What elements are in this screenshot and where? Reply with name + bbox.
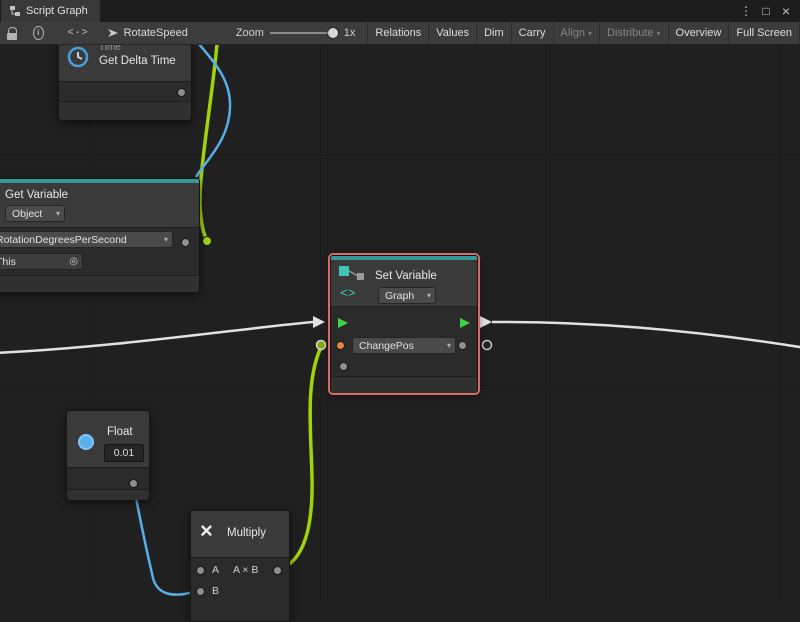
zoom-slider[interactable] xyxy=(270,27,336,39)
chevron-down-icon: ▾ xyxy=(442,341,451,350)
values-button[interactable]: Values xyxy=(428,22,476,44)
flow-out-arrow-icon xyxy=(480,316,492,328)
value-input-port[interactable] xyxy=(337,342,344,349)
node-footer xyxy=(67,489,149,500)
value-output-port[interactable] xyxy=(459,342,466,349)
node-multiply[interactable]: × Multiply A A × B B xyxy=(190,510,290,622)
zoom-slider-knob[interactable] xyxy=(328,28,338,38)
maximize-icon[interactable]: □ xyxy=(758,1,774,21)
node-header: Float xyxy=(67,411,149,468)
multiply-output-port[interactable] xyxy=(274,567,281,574)
distribute-button[interactable]: Distribute▾ xyxy=(599,22,667,44)
variable-name-dropdown[interactable]: ChangePos ▾ xyxy=(352,337,456,354)
variable-name-dropdown[interactable]: RotationDegreesPerSecond ▾ xyxy=(0,231,173,248)
graph-name: RotateSpeed xyxy=(124,27,188,39)
get-variable-output-port[interactable] xyxy=(182,239,189,246)
wire-blue-top[interactable] xyxy=(196,44,230,177)
fallback-input-port[interactable] xyxy=(340,363,347,370)
node-footer xyxy=(0,275,199,292)
chevron-down-icon: ▾ xyxy=(51,209,60,218)
node-footer xyxy=(59,101,191,120)
breadcrumb[interactable]: RotateSpeed xyxy=(107,27,188,39)
scope-value: Graph xyxy=(385,290,414,302)
svg-text:<>: <> xyxy=(340,286,356,301)
flow-in-arrow-icon xyxy=(313,316,325,328)
variable-source-field[interactable]: This ◎ xyxy=(0,253,83,270)
clock-icon xyxy=(66,45,90,69)
window-controls: ⋮ □ × xyxy=(738,0,800,22)
chevron-down-icon: ▾ xyxy=(657,23,661,44)
variable-name-value: ChangePos xyxy=(359,340,414,352)
chevron-down-icon: ▾ xyxy=(588,23,592,44)
node-header: Time Get Delta Time xyxy=(59,39,191,82)
tab-bar: Script Graph ⋮ □ × xyxy=(0,0,800,22)
port-label-result: A × B xyxy=(233,564,258,576)
node-title: Get Delta Time xyxy=(99,55,176,67)
variable-scope-dropdown[interactable]: Object ▾ xyxy=(5,205,65,222)
port-label-a: A xyxy=(212,564,219,576)
multiply-input-a-port[interactable] xyxy=(197,567,204,574)
wire-lime-top[interactable] xyxy=(200,44,217,239)
zoom-slider-track xyxy=(270,32,336,34)
variable-scope-dropdown[interactable]: Graph ▾ xyxy=(378,287,436,304)
carry-button[interactable]: Carry xyxy=(511,22,553,44)
script-graph-icon xyxy=(9,5,21,17)
scope-value: Object xyxy=(12,208,42,220)
inspect-toggle-icon[interactable]: <·> xyxy=(68,28,89,39)
value-in-bubble[interactable] xyxy=(317,341,326,350)
zoom-value: 1x xyxy=(344,27,356,39)
chevron-down-icon: ▾ xyxy=(422,291,431,300)
close-icon[interactable]: × xyxy=(778,1,794,21)
lime-wire-endpoint[interactable] xyxy=(203,237,212,246)
node-header: <> Set Variable Graph ▾ xyxy=(331,260,477,307)
flow-input-port[interactable] xyxy=(338,318,348,328)
float-type-icon xyxy=(78,434,94,450)
value-out-bubble[interactable] xyxy=(483,341,492,350)
set-variable-icon: <> xyxy=(336,263,374,303)
relations-button[interactable]: Relations xyxy=(367,22,428,44)
multiply-icon: × xyxy=(200,518,213,544)
float-output-port[interactable] xyxy=(130,480,137,487)
tab-title: Script Graph xyxy=(26,5,88,17)
object-picker-icon[interactable]: ◎ xyxy=(69,256,78,267)
chevron-down-icon: ▾ xyxy=(159,235,168,244)
overview-button[interactable]: Overview xyxy=(668,22,729,44)
dim-button[interactable]: Dim xyxy=(476,22,511,44)
port-label-b: B xyxy=(212,585,219,597)
menu-icon[interactable]: ⋮ xyxy=(738,1,754,21)
info-icon[interactable]: i xyxy=(33,26,44,40)
node-get-variable[interactable]: Get Variable Object ▾ RotationDegreesPer… xyxy=(0,178,200,292)
zoom-label: Zoom xyxy=(236,27,264,39)
node-header: Get Variable Object ▾ xyxy=(0,183,199,228)
wire-flow-out[interactable] xyxy=(492,322,800,348)
node-footer xyxy=(331,376,477,393)
align-button[interactable]: Align▾ xyxy=(553,22,599,44)
node-float[interactable]: Float xyxy=(66,410,150,500)
node-title: Float xyxy=(107,426,133,438)
tab-script-graph[interactable]: Script Graph xyxy=(1,0,100,22)
node-title: Get Variable xyxy=(5,189,68,201)
variable-name-value: RotationDegreesPerSecond xyxy=(0,234,127,246)
graph-toolbar: i <·> RotateSpeed Zoom 1x Relations Valu… xyxy=(0,22,800,45)
multiply-input-b-port[interactable] xyxy=(197,588,204,595)
delta-time-output-port[interactable] xyxy=(178,89,185,96)
float-value-input[interactable] xyxy=(104,444,144,462)
wire-flow-in[interactable] xyxy=(0,322,313,353)
node-set-variable[interactable]: <> Set Variable Graph ▾ ChangePos ▾ xyxy=(330,255,478,393)
flow-output-port[interactable] xyxy=(460,318,470,328)
source-value: This xyxy=(0,256,16,268)
full-screen-button[interactable]: Full Screen xyxy=(728,22,800,44)
node-get-delta-time[interactable]: Time Get Delta Time xyxy=(58,38,192,120)
lock-icon[interactable] xyxy=(7,27,17,40)
node-title: Set Variable xyxy=(375,270,437,282)
node-title: Multiply xyxy=(227,527,266,539)
node-header: × Multiply xyxy=(191,511,289,558)
graph-pointer-icon xyxy=(107,27,119,39)
